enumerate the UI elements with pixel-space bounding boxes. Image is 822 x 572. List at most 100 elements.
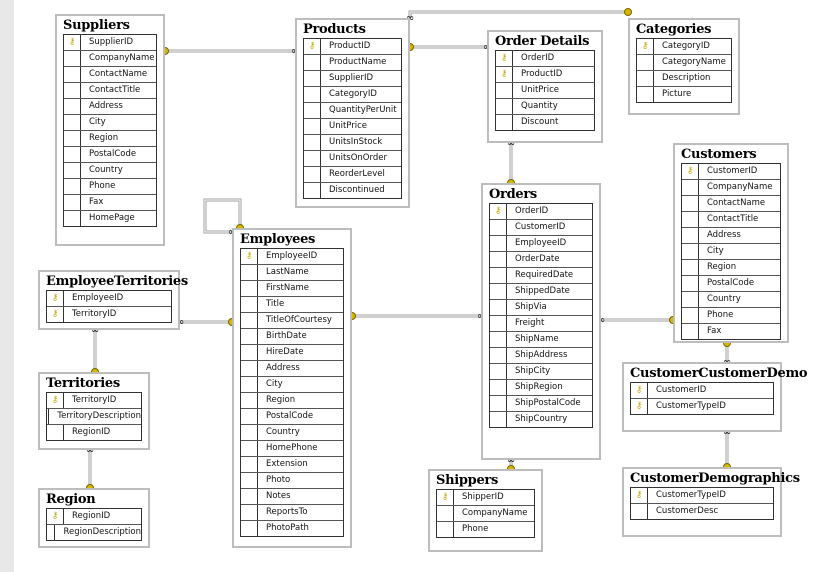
column-row[interactable]: RequiredDate	[490, 268, 592, 284]
column-row[interactable]: ShipName	[490, 332, 592, 348]
table-order-details[interactable]: Order Details ⚷ OrderID ⚷ ProductID UnitPrice…	[487, 30, 603, 143]
table-customers[interactable]: Customers ⚷ CustomerID CompanyName ContactNa…	[673, 143, 789, 343]
column-row[interactable]: CustomerID	[490, 220, 592, 236]
column-row[interactable]: CompanyName	[437, 506, 534, 522]
column-row[interactable]: ShippedDate	[490, 284, 592, 300]
column-row[interactable]: SupplierID	[304, 71, 401, 87]
column-row[interactable]: ⚷ CategoryID	[637, 39, 731, 55]
column-row[interactable]: Country	[241, 425, 343, 441]
column-row[interactable]: Title	[241, 297, 343, 313]
column-row[interactable]: Freight	[490, 316, 592, 332]
column-row[interactable]: RegionID	[47, 425, 141, 440]
column-row[interactable]: Extension	[241, 457, 343, 473]
relationship-line[interactable]	[408, 10, 628, 18]
table-orders[interactable]: Orders ⚷ OrderID CustomerID EmployeeID OrderD…	[481, 183, 601, 460]
column-row[interactable]: ⚷ EmployeeID	[47, 291, 171, 307]
column-row[interactable]: FirstName	[241, 281, 343, 297]
column-row[interactable]: City	[64, 115, 156, 131]
column-row[interactable]: ShipCity	[490, 364, 592, 380]
table-categories[interactable]: Categories ⚷ CategoryID CategoryName Descrip…	[628, 18, 740, 115]
column-row[interactable]: ContactTitle	[64, 83, 156, 99]
column-row[interactable]: RegionDescription	[47, 525, 141, 540]
table-customer-demographics[interactable]: CustomerDemographics ⚷ CustomerTypeID Custo…	[622, 467, 800, 537]
column-row[interactable]: ⚷ RegionID	[47, 509, 141, 525]
column-row[interactable]: ⚷ OrderID	[490, 204, 592, 220]
column-row[interactable]: HomePhone	[241, 441, 343, 457]
column-row[interactable]: City	[241, 377, 343, 393]
column-row[interactable]: TerritoryDescription	[47, 409, 141, 425]
column-row[interactable]: Discount	[496, 115, 594, 130]
column-row[interactable]: CategoryName	[637, 55, 731, 71]
column-row[interactable]: Fax	[64, 195, 156, 211]
column-row[interactable]: CompanyName	[682, 180, 780, 196]
column-row[interactable]: Notes	[241, 489, 343, 505]
column-row[interactable]: Picture	[637, 87, 731, 102]
column-row[interactable]: Country	[682, 292, 780, 308]
column-row[interactable]: ⚷ CustomerTypeID	[631, 488, 773, 504]
column-row[interactable]: ProductName	[304, 55, 401, 71]
column-row[interactable]: ⚷ CustomerTypeID	[631, 399, 773, 414]
column-row[interactable]: City	[682, 244, 780, 260]
column-row[interactable]: Address	[64, 99, 156, 115]
column-row[interactable]: ⚷ ProductID	[304, 39, 401, 55]
column-row[interactable]: Description	[637, 71, 731, 87]
column-row[interactable]: ContactName	[64, 67, 156, 83]
column-row[interactable]: ⚷ CustomerID	[682, 164, 780, 180]
column-row[interactable]: PostalCode	[241, 409, 343, 425]
table-suppliers[interactable]: Suppliers ⚷ SupplierID CompanyName ContactNa…	[55, 14, 165, 246]
column-row[interactable]: ⚷ EmployeeID	[241, 249, 343, 265]
column-row[interactable]: ⚷ ProductID	[496, 67, 594, 83]
column-row[interactable]: OrderDate	[490, 252, 592, 268]
table-region[interactable]: Region ⚷ RegionID RegionDescription	[38, 488, 150, 548]
column-row[interactable]: Photo	[241, 473, 343, 489]
table-territories[interactable]: Territories ⚷ TerritoryID TerritoryDescript…	[38, 372, 150, 450]
column-row[interactable]: Region	[241, 393, 343, 409]
column-row[interactable]: CompanyName	[64, 51, 156, 67]
column-row[interactable]: EmployeeID	[490, 236, 592, 252]
column-row[interactable]: ⚷ ShipperID	[437, 490, 534, 506]
column-row[interactable]: Country	[64, 163, 156, 179]
column-row[interactable]: QuantityPerUnit	[304, 103, 401, 119]
column-row[interactable]: ContactName	[682, 196, 780, 212]
column-row[interactable]: HireDate	[241, 345, 343, 361]
column-row[interactable]: TitleOfCourtesy	[241, 313, 343, 329]
column-row[interactable]: Phone	[682, 308, 780, 324]
column-row[interactable]: Quantity	[496, 99, 594, 115]
column-row[interactable]: ShipPostalCode	[490, 396, 592, 412]
column-row[interactable]: CategoryID	[304, 87, 401, 103]
column-row[interactable]: PhotoPath	[241, 521, 343, 536]
table-employees[interactable]: Employees ⚷ EmployeeID LastName FirstName Tit…	[232, 228, 352, 548]
column-row[interactable]: PostalCode	[64, 147, 156, 163]
column-row[interactable]: ⚷ TerritoryID	[47, 307, 171, 322]
column-row[interactable]: Fax	[682, 324, 780, 339]
column-row[interactable]: Region	[682, 260, 780, 276]
column-row[interactable]: UnitPrice	[496, 83, 594, 99]
column-row[interactable]: Region	[64, 131, 156, 147]
column-row[interactable]: HomePage	[64, 211, 156, 226]
table-employee-territories[interactable]: EmployeeTerritories ⚷ EmployeeID ⚷ Territory…	[38, 270, 188, 330]
column-row[interactable]: ContactTitle	[682, 212, 780, 228]
column-row[interactable]: ShipCountry	[490, 412, 592, 427]
column-row[interactable]: ⚷ CustomerID	[631, 383, 773, 399]
column-row[interactable]: ⚷ TerritoryID	[47, 393, 141, 409]
column-row[interactable]: ShipVia	[490, 300, 592, 316]
table-shippers[interactable]: Shippers ⚷ ShipperID CompanyName Phone	[428, 469, 543, 552]
column-row[interactable]: ShipAddress	[490, 348, 592, 364]
column-row[interactable]: CustomerDesc	[631, 504, 773, 519]
column-row[interactable]: ⚷ SupplierID	[64, 35, 156, 51]
column-row[interactable]: UnitsOnOrder	[304, 151, 401, 167]
column-row[interactable]: ReportsTo	[241, 505, 343, 521]
table-products[interactable]: Products ⚷ ProductID ProductName SupplierID C…	[295, 18, 410, 208]
column-row[interactable]: Address	[241, 361, 343, 377]
column-row[interactable]: ⚷ OrderID	[496, 51, 594, 67]
column-row[interactable]: PostalCode	[682, 276, 780, 292]
column-row[interactable]: UnitPrice	[304, 119, 401, 135]
table-customer-customer-demo[interactable]: CustomerCustomerDemo ⚷ CustomerID ⚷ Customer…	[622, 362, 808, 432]
column-row[interactable]: Discontinued	[304, 183, 401, 198]
column-row[interactable]: Address	[682, 228, 780, 244]
column-row[interactable]: Phone	[437, 522, 534, 537]
column-row[interactable]: Phone	[64, 179, 156, 195]
column-row[interactable]: BirthDate	[241, 329, 343, 345]
column-row[interactable]: ReorderLevel	[304, 167, 401, 183]
column-row[interactable]: LastName	[241, 265, 343, 281]
